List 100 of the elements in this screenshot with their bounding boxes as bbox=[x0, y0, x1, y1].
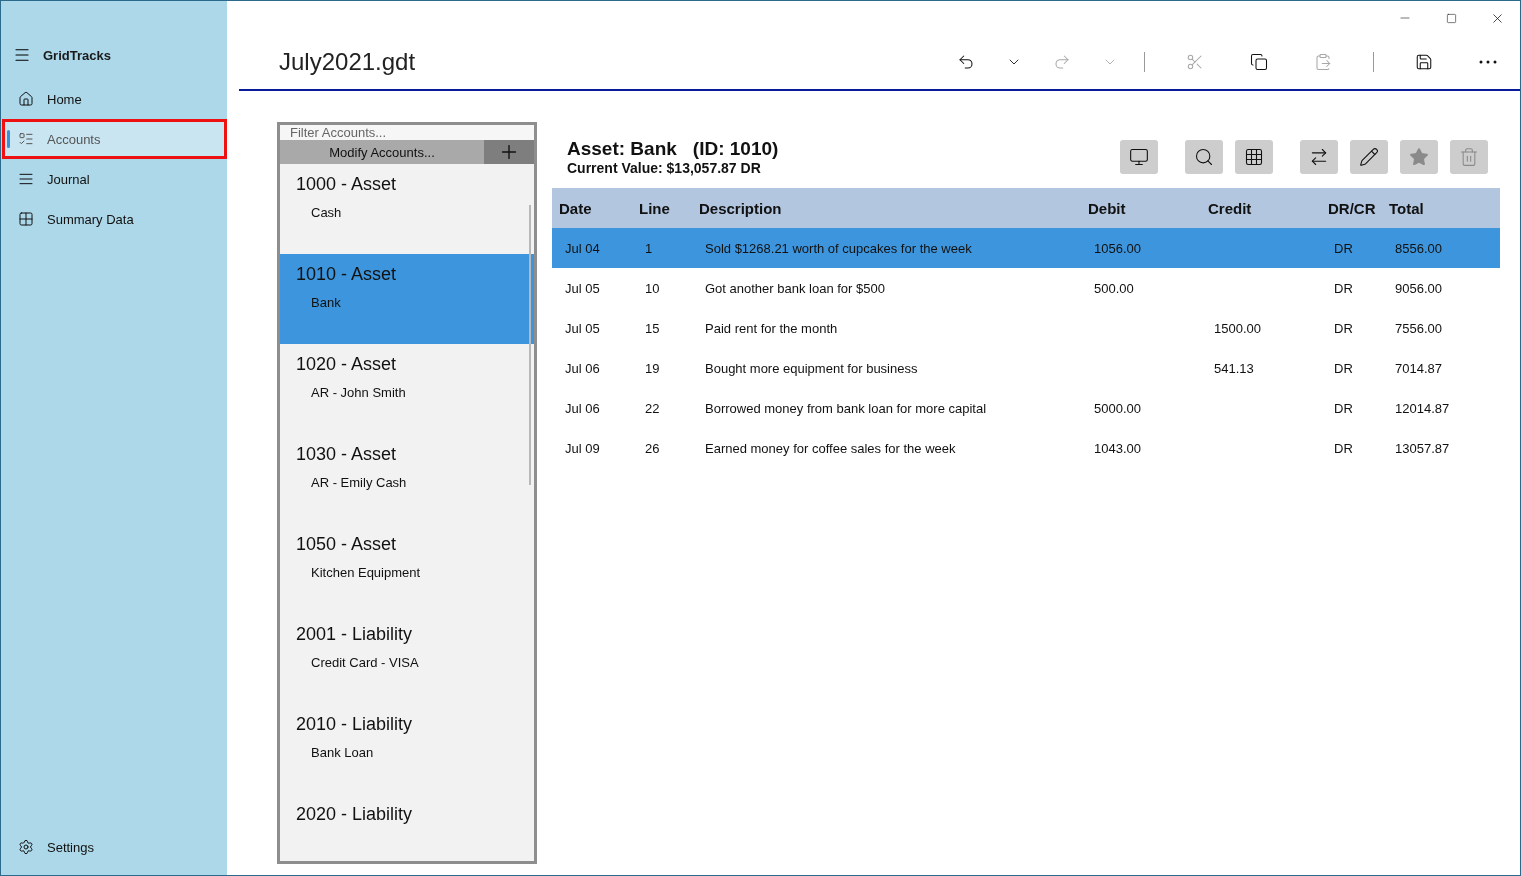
table-row[interactable]: Jul 05 15 Paid rent for the month 1500.00 DR 7556.00 bbox=[552, 308, 1500, 348]
table-cell-text: 8556.00 bbox=[1394, 239, 1443, 258]
table-cell-text: 19 bbox=[644, 359, 661, 378]
account-name: Bank Loan bbox=[311, 745, 374, 760]
table-cell-text: DR bbox=[1333, 279, 1354, 298]
table-cell-text: Jul 06 bbox=[564, 399, 601, 418]
account-title: 1030 - Asset bbox=[296, 444, 397, 465]
star-button[interactable] bbox=[1400, 140, 1438, 174]
table-cell-text: 1056.00 bbox=[1093, 239, 1142, 258]
table-cell-text: 7556.00 bbox=[1394, 319, 1443, 338]
table-cell-text: Sold $1268.21 worth of cupcakes for the week bbox=[704, 239, 973, 258]
column-header[interactable]: Credit bbox=[1201, 188, 1321, 228]
account-item[interactable]: 1000 - Asset Cash bbox=[280, 164, 534, 254]
table-row[interactable]: Jul 04 1 Sold $1268.21 worth of cupcakes for the week 1056.00 DR 8556.00 bbox=[552, 228, 1500, 268]
table-cell-text: Jul 09 bbox=[564, 439, 601, 458]
account-title: 1050 - Asset bbox=[296, 534, 397, 555]
table-cell-text: Got another bank loan for $500 bbox=[704, 279, 886, 298]
table-cell-text: DR bbox=[1333, 439, 1354, 458]
lines-icon bbox=[18, 171, 34, 187]
home-icon bbox=[18, 91, 34, 107]
account-item[interactable]: 1020 - Asset AR - John Smith bbox=[280, 344, 534, 434]
app-name: GridTracks bbox=[43, 47, 111, 63]
column-header[interactable]: Debit bbox=[1081, 188, 1201, 228]
selection-indicator bbox=[7, 130, 10, 148]
table-cell-text: 22 bbox=[644, 399, 661, 418]
column-header[interactable]: DR/CR bbox=[1321, 188, 1382, 228]
table-cell-text: 13057.87 bbox=[1394, 439, 1451, 458]
edit-button[interactable] bbox=[1350, 140, 1388, 174]
scrollbar[interactable] bbox=[529, 205, 531, 485]
nav-item[interactable]: Home bbox=[2, 79, 227, 119]
account-name: Cash bbox=[311, 205, 342, 220]
column-header[interactable]: Line bbox=[632, 188, 692, 228]
account-title: 2020 - Liability bbox=[296, 804, 413, 825]
settings-icon bbox=[18, 839, 34, 855]
table-cell-text: Borrowed money from bank loan for more capital bbox=[704, 399, 988, 418]
table-cell-text: 1 bbox=[644, 239, 654, 258]
table-cell-text: 541.13 bbox=[1213, 359, 1255, 378]
table-cell-text: Jul 05 bbox=[564, 279, 601, 298]
account-title: 1020 - Asset bbox=[296, 354, 397, 375]
table-cell-text: DR bbox=[1333, 359, 1354, 378]
account-heading: Asset: Bank bbox=[567, 138, 677, 160]
account-id: (ID: 1010) bbox=[692, 138, 779, 160]
table-cell-text: Earned money for coffee sales for the week bbox=[704, 439, 957, 458]
grid-icon bbox=[18, 211, 34, 227]
account-title: 1000 - Asset bbox=[296, 174, 397, 195]
filter-field[interactable]: Filter Accounts... bbox=[280, 125, 534, 140]
account-item[interactable]: 2010 - Liability Bank Loan bbox=[280, 704, 534, 794]
list-icon bbox=[18, 131, 34, 147]
account-name: AR - John Smith bbox=[311, 385, 406, 400]
table-cell-text: DR bbox=[1333, 319, 1354, 338]
table-cell-text: Jul 05 bbox=[564, 319, 601, 338]
account-name: Bank bbox=[311, 295, 341, 310]
account-item[interactable]: 1030 - Asset AR - Emily Cash bbox=[280, 434, 534, 524]
nav-item[interactable]: Journal bbox=[2, 159, 227, 199]
table-cell-text: DR bbox=[1333, 239, 1354, 258]
document-title: July2021.gdt bbox=[279, 48, 417, 76]
table-cell-text: 12014.87 bbox=[1394, 399, 1451, 418]
maximize-icon bbox=[1445, 12, 1457, 24]
table-row[interactable]: Jul 09 26 Earned money for coffee sales for the week 1043.00 DR 13057.87 bbox=[552, 428, 1500, 468]
table-cell-text: DR bbox=[1333, 399, 1354, 418]
table-cell-text: 1500.00 bbox=[1213, 319, 1262, 338]
table-row[interactable]: Jul 06 22 Borrowed money from bank loan for more capital 5000.00 DR 12014.87 bbox=[552, 388, 1500, 428]
account-item[interactable]: 2020 - Liability bbox=[280, 794, 534, 861]
current-value: Current Value: $13,057.87 DR bbox=[567, 160, 762, 176]
modify-accounts-button[interactable]: Modify Accounts... bbox=[280, 140, 484, 164]
menu-icon[interactable] bbox=[13, 46, 31, 64]
column-header[interactable]: Total bbox=[1382, 188, 1500, 228]
table-cell-text: 1043.00 bbox=[1093, 439, 1142, 458]
table-cell-text: Bought more equipment for business bbox=[704, 359, 919, 378]
account-title: 2001 - Liability bbox=[296, 624, 413, 645]
column-header[interactable]: Date bbox=[552, 188, 632, 228]
table-row[interactable]: Jul 06 19 Bought more equipment for business 541.13 DR 7014.87 bbox=[552, 348, 1500, 388]
account-item[interactable]: 2001 - Liability Credit Card - VISA bbox=[280, 614, 534, 704]
account-name: Credit Card - VISA bbox=[311, 655, 419, 670]
account-item[interactable]: 1050 - Asset Kitchen Equipment bbox=[280, 524, 534, 614]
account-item[interactable]: 1010 - Asset Bank bbox=[280, 254, 534, 344]
nav-item[interactable]: Accounts bbox=[2, 119, 227, 159]
transfer-button[interactable] bbox=[1300, 140, 1338, 174]
account-name: Kitchen Equipment bbox=[311, 565, 421, 580]
account-title: 1010 - Asset bbox=[296, 264, 397, 285]
table-cell-text: 9056.00 bbox=[1394, 279, 1443, 298]
table-cell-text: 5000.00 bbox=[1093, 399, 1142, 418]
settings-item[interactable]: Settings bbox=[2, 827, 227, 867]
table-cell-text: Jul 04 bbox=[564, 239, 601, 258]
nav-item[interactable]: Summary Data bbox=[2, 199, 227, 239]
account-title: 2010 - Liability bbox=[296, 714, 413, 735]
search-button[interactable] bbox=[1185, 140, 1223, 174]
grid-button[interactable] bbox=[1235, 140, 1273, 174]
monitor-button[interactable] bbox=[1120, 140, 1158, 174]
table-cell-text: Paid rent for the month bbox=[704, 319, 839, 338]
table-cell-text: 10 bbox=[644, 279, 661, 298]
add-button[interactable] bbox=[484, 140, 534, 164]
table-row[interactable]: Jul 05 10 Got another bank loan for $500 500.00 DR 9056.00 bbox=[552, 268, 1500, 308]
table-cell-text: 26 bbox=[644, 439, 661, 458]
account-name: AR - Emily Cash bbox=[311, 475, 407, 490]
table-cell-text: 500.00 bbox=[1093, 279, 1135, 298]
delete-button[interactable] bbox=[1450, 140, 1488, 174]
table-cell-text: 15 bbox=[644, 319, 661, 338]
table-cell-text: Jul 06 bbox=[564, 359, 601, 378]
column-header[interactable]: Description bbox=[692, 188, 1081, 228]
